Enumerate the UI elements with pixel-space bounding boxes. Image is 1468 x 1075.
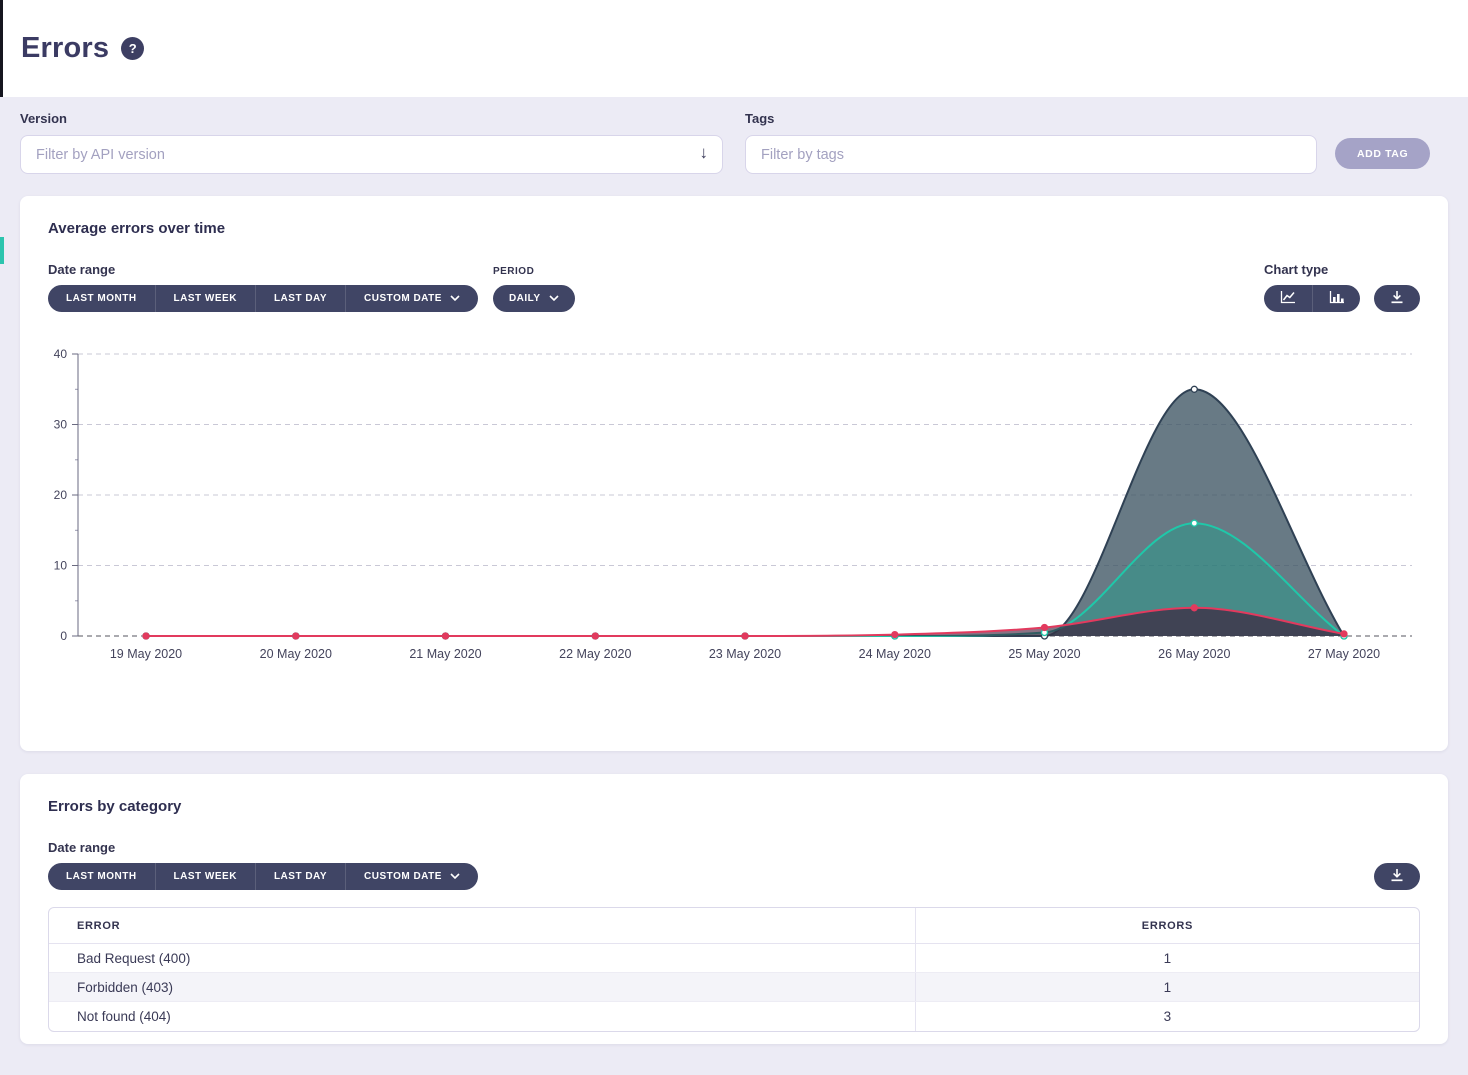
svg-text:20: 20 — [54, 488, 68, 502]
last-month-button[interactable]: LAST MONTH — [48, 285, 155, 312]
errors-over-time-card: Average errors over time Date range LAST… — [20, 196, 1448, 751]
download-icon — [1390, 868, 1404, 885]
date-range-button-group: LAST MONTH LAST WEEK LAST DAY CUSTOM DAT… — [48, 285, 478, 312]
left-teal-accent — [0, 237, 4, 264]
svg-text:30: 30 — [54, 418, 68, 432]
svg-text:21 May 2020: 21 May 2020 — [409, 647, 481, 661]
download-table-button[interactable] — [1374, 863, 1420, 890]
svg-text:24 May 2020: 24 May 2020 — [859, 647, 931, 661]
version-filter-block: Version ↓ — [20, 111, 723, 174]
filter-bar: Version ↓ Tags ADD TAG — [0, 97, 1468, 174]
bar-chart-icon — [1329, 290, 1345, 307]
period-select[interactable]: DAILY — [493, 285, 575, 312]
error-count: 1 — [915, 944, 1419, 972]
tags-filter-block: Tags — [745, 111, 1317, 174]
svg-text:19 May 2020: 19 May 2020 — [110, 647, 182, 661]
page-title: Errors — [21, 32, 109, 65]
table-controls: Date range LAST MONTH LAST WEEK LAST DAY… — [48, 840, 1420, 890]
chevron-down-icon — [450, 293, 460, 304]
svg-text:25 May 2020: 25 May 2020 — [1008, 647, 1080, 661]
chart-type-label: Chart type — [1264, 262, 1420, 277]
tags-filter-input[interactable] — [745, 135, 1317, 174]
help-icon[interactable]: ? — [121, 37, 144, 60]
table-row[interactable]: Forbidden (403) 1 — [49, 973, 1419, 1002]
date-range-label: Date range — [48, 840, 478, 855]
svg-text:40: 40 — [54, 347, 68, 361]
last-month-button[interactable]: LAST MONTH — [48, 863, 155, 890]
chevron-down-icon — [450, 871, 460, 882]
svg-text:20 May 2020: 20 May 2020 — [260, 647, 332, 661]
date-range-button-group: LAST MONTH LAST WEEK LAST DAY CUSTOM DAT… — [48, 863, 478, 890]
line-chart-type-button[interactable] — [1264, 285, 1312, 312]
errors-by-category-card: Errors by category Date range LAST MONTH… — [20, 774, 1448, 1044]
svg-text:26 May 2020: 26 May 2020 — [1158, 647, 1230, 661]
chart-type-control: Chart type — [1264, 262, 1420, 312]
table-header-row: ERROR ERRORS — [49, 908, 1419, 944]
last-week-button[interactable]: LAST WEEK — [155, 285, 255, 312]
custom-date-button[interactable]: CUSTOM DATE — [345, 863, 478, 890]
bar-chart-type-button[interactable] — [1312, 285, 1360, 312]
chart-controls: Date range LAST MONTH LAST WEEK LAST DAY… — [48, 262, 1420, 312]
error-name: Forbidden (403) — [49, 973, 915, 1001]
version-filter-input[interactable] — [20, 135, 723, 174]
date-range-label: Date range — [48, 262, 478, 277]
date-range-control: Date range LAST MONTH LAST WEEK LAST DAY… — [48, 840, 478, 890]
column-header-error: ERROR — [49, 908, 915, 943]
version-label: Version — [20, 111, 723, 126]
download-chart-button[interactable] — [1374, 285, 1420, 312]
chevron-down-icon — [549, 293, 559, 304]
left-border-accent — [0, 0, 3, 97]
table-card-title: Errors by category — [48, 798, 1420, 815]
error-name: Bad Request (400) — [49, 944, 915, 972]
table-row[interactable]: Bad Request (400) 1 — [49, 944, 1419, 973]
chart-type-button-group — [1264, 285, 1360, 312]
dropdown-arrow-icon[interactable]: ↓ — [700, 143, 709, 163]
error-name: Not found (404) — [49, 1002, 915, 1031]
svg-text:27 May 2020: 27 May 2020 — [1308, 647, 1380, 661]
chart-card-title: Average errors over time — [48, 220, 1420, 237]
svg-text:10: 10 — [54, 559, 68, 573]
line-chart-icon — [1280, 290, 1296, 307]
error-count: 3 — [915, 1002, 1419, 1031]
period-control: PERIOD DAILY — [493, 266, 575, 312]
last-day-button[interactable]: LAST DAY — [255, 285, 345, 312]
chart-svg: 0 10 20 30 40 19 May 2020 20 May 2020 21 May 20… — [48, 340, 1420, 678]
date-range-control: Date range LAST MONTH LAST WEEK LAST DAY… — [48, 262, 478, 312]
tags-label: Tags — [745, 111, 1317, 126]
add-tag-button[interactable]: ADD TAG — [1335, 138, 1430, 169]
svg-text:0: 0 — [60, 629, 67, 643]
errors-over-time-chart[interactable]: 0 10 20 30 40 19 May 2020 20 May 2020 21 May 20… — [48, 340, 1420, 683]
last-week-button[interactable]: LAST WEEK — [155, 863, 255, 890]
errors-table: ERROR ERRORS Bad Request (400) 1 Forbidd… — [48, 907, 1420, 1032]
column-header-errors: ERRORS — [915, 908, 1419, 943]
last-day-button[interactable]: LAST DAY — [255, 863, 345, 890]
error-count: 1 — [915, 973, 1419, 1001]
custom-date-button[interactable]: CUSTOM DATE — [345, 285, 478, 312]
table-row[interactable]: Not found (404) 3 — [49, 1002, 1419, 1031]
period-label: PERIOD — [493, 266, 575, 277]
svg-text:22 May 2020: 22 May 2020 — [559, 647, 631, 661]
svg-text:23 May 2020: 23 May 2020 — [709, 647, 781, 661]
page-header: Errors ? — [0, 0, 1468, 97]
download-icon — [1390, 290, 1404, 307]
